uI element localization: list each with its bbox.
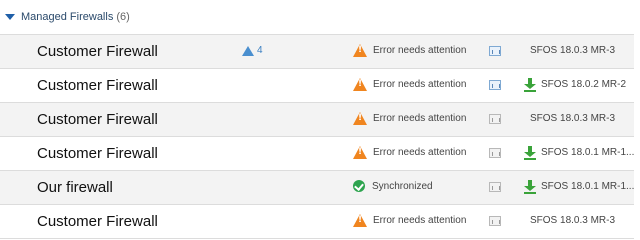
status-text: Error needs attention bbox=[373, 79, 467, 90]
warning-icon bbox=[353, 112, 367, 125]
status-text: Synchronized bbox=[372, 180, 433, 192]
report-icon[interactable] bbox=[489, 114, 501, 124]
alert-count: 4 bbox=[257, 45, 263, 56]
status-text: Error needs attention bbox=[373, 215, 467, 226]
alert-indicator[interactable]: 4 bbox=[242, 45, 263, 56]
group-title: Managed Firewalls bbox=[21, 11, 114, 23]
firewall-row[interactable]: Customer Firewall Error needs attention … bbox=[0, 102, 634, 136]
firewall-list: Customer Firewall 4 Error needs attentio… bbox=[0, 34, 634, 239]
status-cell: Error needs attention bbox=[353, 112, 466, 125]
warning-icon bbox=[353, 146, 367, 159]
firewall-row[interactable]: Our firewall Synchronized SFOS 18.0.1 MR… bbox=[0, 170, 634, 204]
firewall-row[interactable]: Customer Firewall Error needs attention … bbox=[0, 68, 634, 102]
group-count: (6) bbox=[116, 11, 130, 23]
status-cell: Error needs attention bbox=[353, 78, 466, 91]
firewall-name[interactable]: Customer Firewall bbox=[37, 145, 158, 162]
firewall-row[interactable]: Customer Firewall Error needs attention … bbox=[0, 136, 634, 170]
firewall-name[interactable]: Customer Firewall bbox=[37, 213, 158, 230]
report-icon[interactable] bbox=[489, 46, 501, 56]
caret-down-icon[interactable] bbox=[5, 14, 15, 20]
warning-icon bbox=[353, 214, 367, 227]
report-icon[interactable] bbox=[489, 216, 501, 226]
firewall-row[interactable]: Customer Firewall Error needs attention … bbox=[0, 204, 634, 239]
status-cell: Error needs attention bbox=[353, 44, 466, 57]
download-firmware-icon[interactable] bbox=[524, 180, 536, 194]
firmware-version: SFOS 18.0.3 MR-3 bbox=[530, 113, 616, 124]
status-cell: Synchronized bbox=[353, 180, 433, 192]
firewall-name[interactable]: Customer Firewall bbox=[37, 43, 158, 60]
firewall-name[interactable]: Customer Firewall bbox=[37, 77, 158, 94]
check-circle-icon bbox=[353, 180, 365, 192]
warning-icon bbox=[353, 44, 367, 57]
firmware-version: SFOS 18.0.3 MR-3 bbox=[530, 45, 616, 56]
report-icon[interactable] bbox=[489, 80, 501, 90]
firmware-version: SFOS 18.0.3 MR-3 bbox=[530, 215, 616, 226]
firewall-name[interactable]: Customer Firewall bbox=[37, 111, 158, 128]
status-text: Error needs attention bbox=[373, 113, 467, 124]
status-text: Error needs attention bbox=[373, 45, 467, 56]
report-icon[interactable] bbox=[489, 148, 501, 158]
warning-icon bbox=[353, 78, 367, 91]
status-cell: Error needs attention bbox=[353, 214, 466, 227]
firmware-version: SFOS 18.0.2 MR-2 bbox=[541, 79, 627, 90]
report-icon[interactable] bbox=[489, 182, 501, 192]
firewall-row[interactable]: Customer Firewall 4 Error needs attentio… bbox=[0, 34, 634, 68]
firmware-version: SFOS 18.0.1 MR-1... bbox=[541, 147, 635, 158]
download-firmware-icon[interactable] bbox=[524, 146, 536, 160]
group-header-managed-firewalls[interactable]: Managed Firewalls (6) bbox=[0, 0, 640, 34]
status-text: Error needs attention bbox=[373, 147, 467, 158]
firewall-name[interactable]: Our firewall bbox=[37, 179, 113, 196]
firmware-version: SFOS 18.0.1 MR-1... bbox=[541, 181, 635, 192]
download-firmware-icon[interactable] bbox=[524, 78, 536, 92]
alert-triangle-icon bbox=[242, 45, 254, 56]
status-cell: Error needs attention bbox=[353, 146, 466, 159]
